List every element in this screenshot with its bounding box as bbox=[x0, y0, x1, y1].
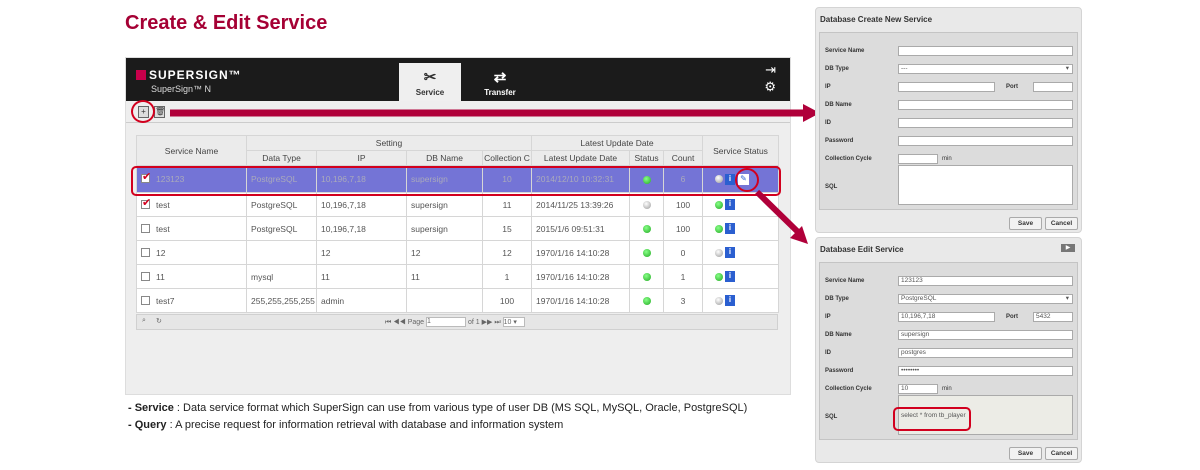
label-sql: SQL bbox=[825, 414, 838, 420]
label-dbname: DB Name bbox=[825, 332, 852, 338]
port-field[interactable]: 5432 bbox=[1033, 312, 1073, 322]
edit-service-panel: Database Edit Service ▶ Service Name 123123… bbox=[815, 237, 1082, 463]
label-dbname: DB Name bbox=[825, 102, 852, 108]
desc-query: - Query : A precise request for informat… bbox=[128, 419, 564, 431]
password-field[interactable]: •••••••• bbox=[898, 366, 1073, 376]
label-ip: IP bbox=[825, 314, 831, 320]
label-password: Password bbox=[825, 138, 854, 144]
cancel-button[interactable]: Cancel bbox=[1045, 217, 1078, 230]
label-port: Port bbox=[1006, 314, 1018, 320]
panel-title: Database Edit Service bbox=[820, 245, 904, 254]
id-field[interactable]: postgres bbox=[898, 348, 1073, 358]
sql-field[interactable] bbox=[898, 165, 1073, 205]
sql-highlight bbox=[893, 407, 971, 431]
label-port: Port bbox=[1006, 84, 1018, 90]
dbtype-field[interactable]: PostgreSQL ▾ bbox=[898, 294, 1073, 304]
play-icon[interactable]: ▶ bbox=[1061, 244, 1075, 252]
label-cycle: Collection Cycle bbox=[825, 386, 872, 392]
ip-field[interactable] bbox=[898, 82, 995, 92]
cycle-field[interactable] bbox=[898, 154, 938, 164]
id-field[interactable] bbox=[898, 118, 1073, 128]
label-name: Service Name bbox=[825, 48, 865, 54]
label-sql: SQL bbox=[825, 184, 838, 190]
label-min: min bbox=[942, 156, 952, 162]
label-dbtype: DB Type bbox=[825, 66, 849, 72]
cycle-field[interactable]: 10 bbox=[898, 384, 938, 394]
label-id: ID bbox=[825, 120, 831, 126]
label-min: min bbox=[942, 386, 952, 392]
desc-service: - Service : Data service format which Su… bbox=[128, 402, 748, 414]
name-field[interactable] bbox=[898, 46, 1073, 56]
dbname-field[interactable]: supersign bbox=[898, 330, 1073, 340]
label-name: Service Name bbox=[825, 278, 865, 284]
create-service-panel: Database Create New Service Service Name D… bbox=[815, 7, 1082, 233]
label-dbtype: DB Type bbox=[825, 296, 849, 302]
dbname-field[interactable] bbox=[898, 100, 1073, 110]
name-field[interactable]: 123123 bbox=[898, 276, 1073, 286]
label-password: Password bbox=[825, 368, 854, 374]
arrow-to-edit bbox=[754, 189, 801, 235]
label-ip: IP bbox=[825, 84, 831, 90]
save-button[interactable]: Save bbox=[1009, 217, 1042, 230]
password-field[interactable] bbox=[898, 136, 1073, 146]
dbtype-field[interactable]: --- ▾ bbox=[898, 64, 1073, 74]
label-id: ID bbox=[825, 350, 831, 356]
save-button[interactable]: Save bbox=[1009, 447, 1042, 460]
panel-title: Database Create New Service bbox=[820, 15, 933, 24]
label-cycle: Collection Cycle bbox=[825, 156, 872, 162]
cancel-button[interactable]: Cancel bbox=[1045, 447, 1078, 460]
ip-field[interactable]: 10,196,7,18 bbox=[898, 312, 995, 322]
port-field[interactable] bbox=[1033, 82, 1073, 92]
